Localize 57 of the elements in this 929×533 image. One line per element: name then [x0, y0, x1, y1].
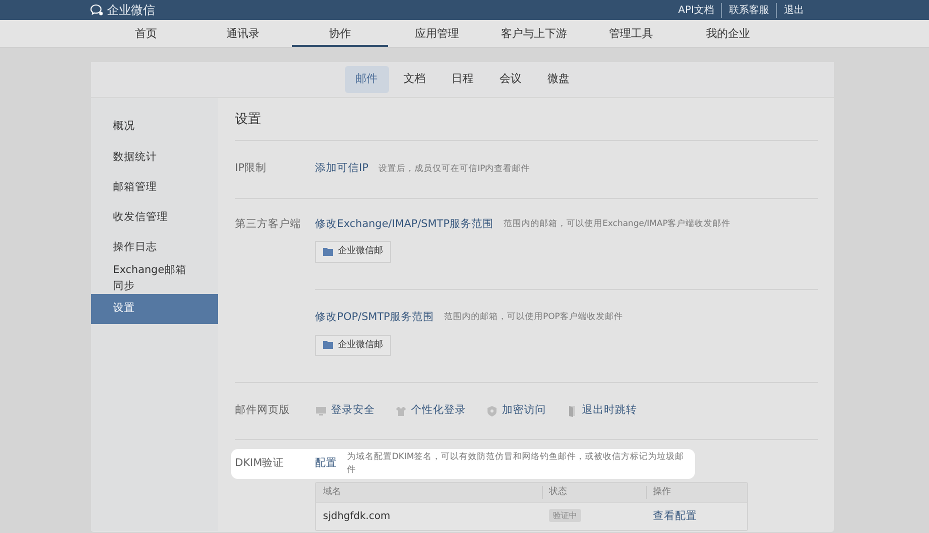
configure-link[interactable]: 配置: [315, 456, 337, 472]
hint-text: 范围内的邮箱，可以使用Exchange/IMAP客户端收发邮件: [504, 218, 731, 231]
folder-tag[interactable]: 企业微信邮: [315, 334, 391, 356]
monitor-icon: [315, 405, 327, 417]
row-label: 邮件网页版: [235, 403, 291, 418]
column-header: 操作: [653, 486, 671, 497]
nav-tab[interactable]: 我的企业: [680, 20, 776, 47]
nav-tab[interactable]: 协作: [292, 20, 388, 47]
sidebar-item[interactable]: 概况: [91, 112, 218, 142]
sub-tab[interactable]: 邮件: [344, 66, 388, 93]
web-setting-link[interactable]: 登录安全: [331, 403, 375, 419]
row-label: IP限制: [235, 161, 268, 176]
row-label: DKIM验证: [235, 456, 286, 472]
sidebar-item[interactable]: Exchange邮箱同步: [91, 263, 218, 294]
shield-icon: [486, 405, 498, 417]
nav-tab[interactable]: 应用管理: [389, 20, 485, 47]
scope-link[interactable]: 修改Exchange/IMAP/SMTP服务范围: [315, 216, 494, 232]
sidebar-item[interactable]: 设置: [91, 294, 218, 324]
status-badge: 验证中: [549, 508, 581, 522]
nav-tab[interactable]: 首页: [98, 20, 194, 47]
sub-tab[interactable]: 日程: [440, 66, 484, 93]
header-link[interactable]: 联系客服: [721, 2, 776, 18]
logo-text: 企业微信: [107, 2, 155, 19]
nav-tab[interactable]: 通讯录: [195, 20, 291, 47]
sidebar-item[interactable]: 邮箱管理: [91, 172, 218, 203]
hint-text: 范围内的邮箱，可以使用POP客户端收发邮件: [444, 311, 623, 324]
nav-tab[interactable]: 客户与上下游: [486, 20, 582, 47]
hint-text: 为域名配置DKIM签名，可以有效防范仿冒和网络钓鱼邮件，或被收信方标记为垃圾邮件: [347, 451, 685, 477]
header-link[interactable]: API文档: [671, 2, 721, 18]
web-setting-link[interactable]: 个性化登录: [411, 403, 466, 419]
domain-cell: sjdhgfdk.com: [323, 511, 390, 522]
view-config-link[interactable]: 查看配置: [653, 510, 697, 522]
hint-text: 设置后，成员仅可在可信IP内查看邮件: [378, 162, 530, 176]
sidebar-item[interactable]: 数据统计: [91, 142, 218, 173]
page-title: 设置: [235, 98, 818, 140]
sub-tab[interactable]: 会议: [488, 66, 532, 93]
column-header: 域名: [323, 486, 341, 497]
row-label: 第三方客户端: [235, 216, 302, 232]
sidebar-item[interactable]: 收发信管理: [91, 202, 218, 234]
column-header: 状态: [549, 486, 567, 497]
scope-link[interactable]: 修改POP/SMTP服务范围: [315, 310, 434, 326]
header-link[interactable]: 退出: [776, 2, 811, 18]
folder-icon: [323, 341, 333, 350]
shirt-icon: [395, 405, 407, 417]
door-icon: [566, 405, 578, 417]
sub-tab[interactable]: 微盘: [536, 66, 580, 93]
nav-tab[interactable]: 管理工具: [583, 20, 679, 47]
sub-tab[interactable]: 文档: [392, 66, 436, 93]
logo-icon: [90, 4, 104, 16]
sidebar-item[interactable]: 操作日志: [91, 233, 218, 264]
folder-label: 企业微信邮: [338, 245, 383, 258]
folder-tag[interactable]: 企业微信邮: [315, 241, 391, 263]
add-ip-link[interactable]: 添加可信IP: [315, 161, 368, 177]
folder-label: 企业微信邮: [338, 338, 383, 352]
folder-icon: [323, 248, 333, 256]
web-setting-link[interactable]: 退出时跳转: [582, 403, 637, 419]
web-setting-link[interactable]: 加密访问: [502, 403, 546, 419]
